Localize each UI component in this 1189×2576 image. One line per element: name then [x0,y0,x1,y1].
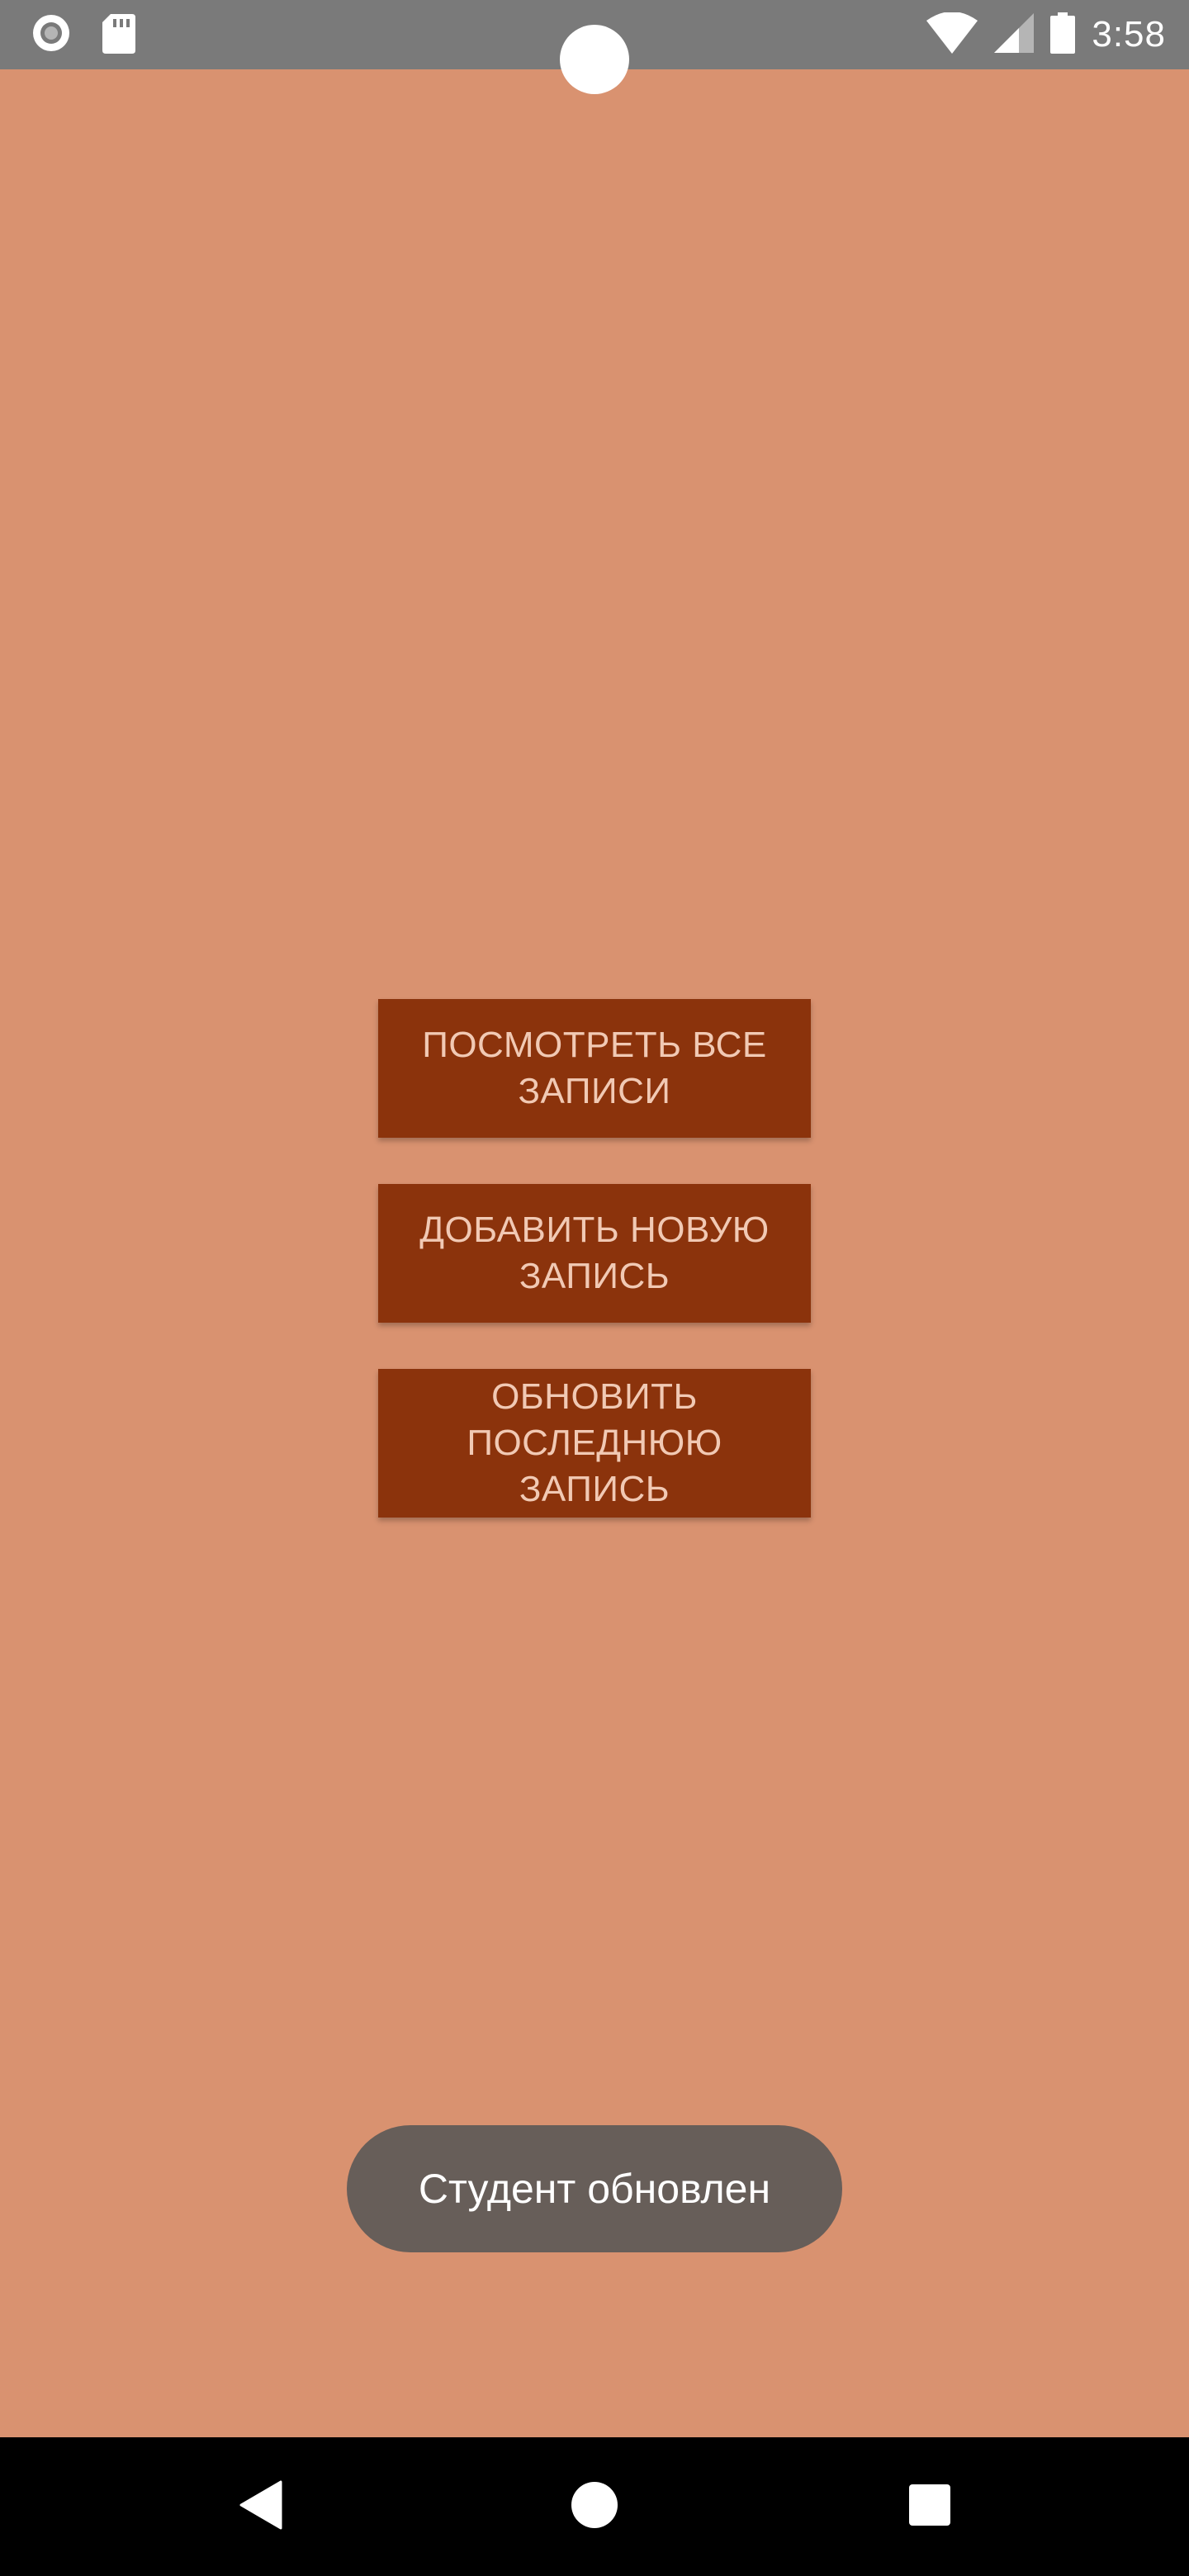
recents-icon [908,2484,951,2531]
add-new-record-label: Добавить новую запись [419,1210,770,1296]
status-left [30,13,135,56]
back-button[interactable] [195,2437,327,2576]
sync-icon [30,12,73,59]
toast-message: Студент обновлен [347,2125,842,2252]
toast-text: Студент обновлен [418,2166,771,2212]
recents-button[interactable] [864,2437,996,2576]
add-new-record-button[interactable]: Добавить новую запись [378,1184,811,1323]
home-icon [571,2481,618,2533]
status-bar: 3:58 [0,0,1189,94]
clock: 3:58 [1092,14,1166,54]
home-button[interactable] [528,2437,661,2576]
view-all-records-label: Посмотреть все записи [422,1025,767,1111]
navigation-bar [0,2437,1189,2576]
update-last-record-button[interactable]: Обновить последнюю запись [378,1369,811,1518]
app-screen: 3:58 Посмотреть все записи Добавить нову… [0,0,1189,2576]
sd-card-icon [102,12,135,58]
camera-cutout [560,25,629,94]
signal-icon [994,12,1035,57]
wifi-icon [926,11,978,58]
status-right: 3:58 [926,8,1166,61]
update-last-record-label: Обновить последнюю запись [467,1376,722,1509]
back-icon [239,2480,282,2534]
view-all-records-button[interactable]: Посмотреть все записи [378,999,811,1138]
battery-icon [1050,12,1076,58]
